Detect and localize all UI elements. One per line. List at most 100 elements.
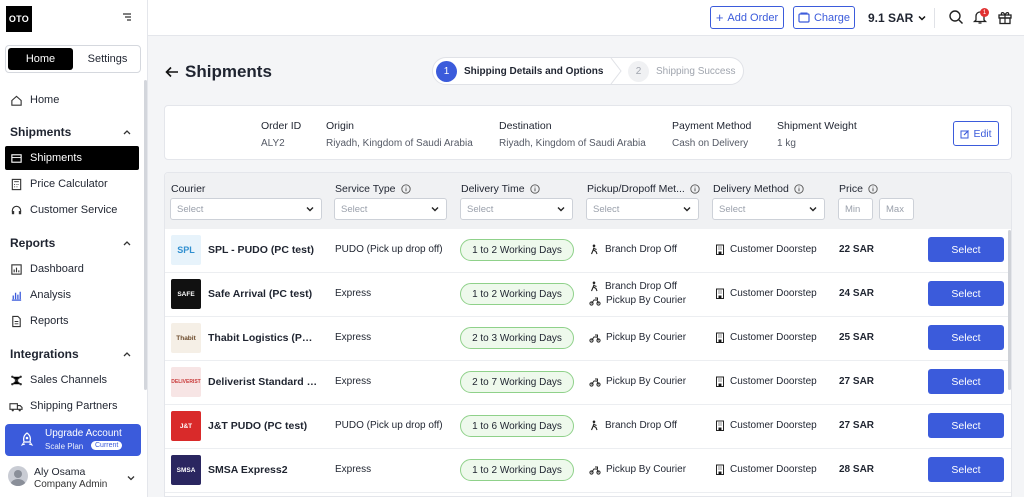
oto-logo[interactable]: OTO	[6, 6, 32, 32]
courier-logo: SPL	[171, 235, 201, 265]
price: 28 SAR	[839, 464, 875, 475]
sidebar-item-shipping-partners[interactable]: Shipping Partners	[5, 394, 139, 418]
price: 24 SAR	[839, 288, 875, 299]
delivery-method-filter-select[interactable]: Select	[712, 198, 825, 220]
sidebar-item-shipments[interactable]: Shipments	[5, 146, 139, 170]
delivery-method: Customer Doorstep	[715, 244, 817, 255]
chevron-up-icon	[123, 241, 131, 246]
sidebar-item-label: Price Calculator	[30, 178, 108, 190]
courier-logo: Thabit	[171, 323, 201, 353]
info-icon[interactable]	[794, 184, 804, 194]
sidebar: OTO Home Settings Home Shipments Shipmen…	[0, 0, 148, 497]
arrow-left-icon[interactable]	[165, 66, 179, 78]
table-row: Thabit Thabit Logistics (PC te... Express 2…	[165, 317, 1011, 361]
charge-label: Charge	[813, 11, 851, 24]
chevron-down-icon	[431, 207, 439, 212]
sidebar-item-reports[interactable]: Reports	[5, 309, 139, 333]
scooter-icon	[589, 297, 601, 306]
select-courier-button[interactable]: Select	[928, 237, 1004, 262]
sidebar-item-label: Customer Service	[30, 204, 118, 216]
avatar	[8, 466, 28, 486]
table-row: SPL SPL - PUDO (PC test) PUDO (Pick up dro…	[165, 229, 1011, 273]
select-courier-button[interactable]: Select	[928, 325, 1004, 350]
tab-home[interactable]: Home	[8, 48, 73, 70]
table-row: SAFE Safe Arrival (PC test) Express 1 to 2 …	[165, 273, 1011, 317]
sidebar-scrollbar[interactable]	[144, 80, 147, 390]
destination-label: Destination	[499, 120, 552, 132]
edit-button[interactable]: Edit	[953, 121, 999, 146]
bar-chart-icon	[9, 288, 23, 302]
box-icon	[9, 151, 23, 165]
origin-value: Riyadh, Kingdom of Saudi Arabia	[326, 138, 473, 149]
price-max-input[interactable]: Max	[879, 198, 914, 220]
scooter-icon	[589, 466, 601, 475]
info-icon[interactable]	[690, 184, 700, 194]
sidebar-item-label: Shipping Partners	[30, 400, 118, 412]
sidebar-item-analysis[interactable]: Analysis	[5, 283, 139, 307]
header-delivery-method: Delivery Method	[713, 183, 804, 195]
balance-dropdown[interactable]: 9.1 SAR	[868, 11, 927, 25]
stepper: 1 Shipping Details and Options 2 Shippin…	[432, 57, 744, 85]
document-icon	[9, 314, 23, 328]
service-type-filter-select[interactable]: Select	[334, 198, 447, 220]
headset-icon	[9, 203, 23, 217]
sidebar-item-label: Dashboard	[30, 263, 84, 275]
pickup-method: Pickup By Courier	[589, 332, 686, 343]
pickup-filter-select[interactable]: Select	[586, 198, 699, 220]
sidebar-item-home[interactable]: Home	[5, 88, 139, 112]
user-name: Aly Osama	[34, 466, 86, 478]
add-order-button[interactable]: + Add Order	[710, 6, 784, 29]
section-integrations[interactable]: Integrations	[10, 347, 132, 361]
delivery-time-filter-select[interactable]: Select	[460, 198, 573, 220]
upgrade-account-button[interactable]: Upgrade Account Scale Plan Current	[5, 424, 141, 456]
select-courier-button[interactable]: Select	[928, 457, 1004, 482]
collapse-sidebar-icon[interactable]	[122, 12, 132, 22]
balance-amount: 9.1 SAR	[868, 11, 914, 25]
service-type: PUDO (Pick up drop off)	[335, 244, 443, 255]
user-menu[interactable]: Aly Osama Company Admin	[8, 463, 142, 493]
order-id-label: Order ID	[261, 120, 302, 132]
search-icon[interactable]	[948, 9, 964, 25]
info-icon[interactable]	[400, 184, 411, 194]
service-type: Express	[335, 464, 372, 475]
payment-method-value: Cash on Delivery	[672, 138, 749, 149]
charge-button[interactable]: Charge	[793, 6, 855, 29]
sidebar-item-dashboard[interactable]: Dashboard	[5, 257, 139, 281]
courier-filter-select[interactable]: Select	[170, 198, 322, 220]
price-min-input[interactable]: Min	[838, 198, 873, 220]
upgrade-title: Upgrade Account	[45, 428, 122, 439]
delivery-time-pill: 1 to 2 Working Days	[460, 283, 574, 305]
sidebar-item-label: Sales Channels	[30, 374, 108, 386]
delivery-method: Customer Doorstep	[715, 376, 817, 387]
delivery-method: Customer Doorstep	[715, 288, 817, 299]
info-icon[interactable]	[868, 184, 878, 194]
step-2-label: Shipping Success	[656, 66, 736, 77]
order-summary-card: Order ID ALY2 Origin Riyadh, Kingdom of …	[164, 105, 1012, 160]
tab-settings[interactable]: Settings	[75, 46, 140, 72]
section-shipments[interactable]: Shipments	[10, 125, 132, 139]
current-plan-badge: Current	[91, 441, 123, 450]
courier-name: SMSA Express2	[208, 464, 288, 476]
section-reports[interactable]: Reports	[10, 236, 132, 250]
plus-icon: +	[715, 10, 724, 25]
gift-icon[interactable]	[997, 9, 1013, 25]
sidebar-item-customer-service[interactable]: Customer Service	[5, 198, 139, 222]
building-icon	[716, 376, 724, 387]
sidebar-item-sales-channels[interactable]: Sales Channels	[5, 368, 139, 392]
select-courier-button[interactable]: Select	[928, 413, 1004, 438]
sidebar-item-price-calculator[interactable]: Price Calculator	[5, 172, 139, 196]
section-title: Reports	[10, 236, 56, 250]
delivery-method: Customer Doorstep	[715, 332, 817, 343]
sidebar-item-label: Analysis	[30, 289, 71, 301]
divider	[934, 8, 935, 28]
price: 27 SAR	[839, 420, 875, 431]
table-header: Courier Service Type Delivery Time Picku…	[165, 173, 1011, 229]
table-scrollbar[interactable]	[1008, 230, 1011, 390]
scooter-icon	[589, 334, 601, 343]
wallet-icon	[798, 12, 810, 23]
select-courier-button[interactable]: Select	[928, 281, 1004, 306]
courier-name: Deliverist Standard (P...	[208, 376, 320, 388]
delivery-time-pill: 2 to 7 Working Days	[460, 371, 574, 393]
select-courier-button[interactable]: Select	[928, 369, 1004, 394]
info-icon[interactable]	[529, 184, 540, 194]
